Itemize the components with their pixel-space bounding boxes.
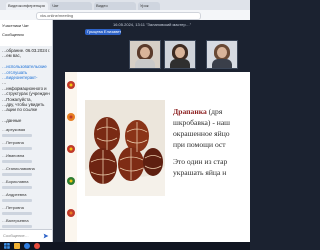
windows-start-icon[interactable] xyxy=(4,243,10,249)
participant-face xyxy=(175,47,185,58)
browser-tab-4[interactable]: Урок xyxy=(138,2,160,10)
chat-entry[interactable]: …Станиславовна xyxy=(2,167,50,176)
chat-entry-message xyxy=(2,172,32,176)
participant-body xyxy=(135,59,155,68)
chat-entry[interactable]: …Валерьевна xyxy=(2,219,50,228)
chat-entry[interactable]: …Петровна xyxy=(2,206,50,215)
slide-line: (дря xyxy=(208,107,223,116)
chat-entry[interactable]: …Бориславна xyxy=(2,180,50,189)
browser-tab-bar: Видеоконференция Чат Видео Урок xyxy=(0,0,250,10)
browser-tab-2[interactable]: Чат xyxy=(50,2,92,10)
chat-line: …структурах (учрежден xyxy=(2,91,50,97)
chat-entry-message xyxy=(2,146,32,150)
participant-face xyxy=(217,47,227,58)
meeting-title: 16.05.2024, 13:11 "Залановский мастер…" xyxy=(113,22,192,27)
slide-line: окрашенное яйцо xyxy=(173,129,230,138)
browser-tab-1[interactable]: Видеоконференция xyxy=(6,2,48,10)
slide-line: при помощи ост xyxy=(173,140,226,149)
easter-eggs-photo xyxy=(85,100,165,196)
slide-title-word: Драпанка xyxy=(173,107,207,116)
flower-icon xyxy=(67,177,75,185)
chat-entry[interactable]: …Андреевна xyxy=(2,193,50,202)
chat-header: Участники Чат Сообщения xyxy=(0,20,52,46)
chat-entry-message xyxy=(2,198,32,202)
chat-entry-author: …Петровна xyxy=(2,141,24,145)
chat-header-tabs[interactable]: Участники Чат xyxy=(2,23,29,28)
chat-input-placeholder: Сообщение… xyxy=(3,233,29,238)
participant-body xyxy=(212,59,232,68)
chat-entry[interactable]: …ареуковая xyxy=(2,128,50,137)
chat-message-input[interactable]: Сообщение… xyxy=(0,229,52,242)
speaker-name-chip[interactable]: Грыцева Елизавет xyxy=(85,29,121,35)
flower-icon xyxy=(67,113,75,121)
file-explorer-icon[interactable] xyxy=(14,243,20,249)
chat-entry-author: …Бориславна xyxy=(2,180,29,184)
flower-icon xyxy=(67,145,75,153)
chat-line: …использовательские xyxy=(2,64,47,70)
browser-icon[interactable] xyxy=(24,243,30,249)
participant-face xyxy=(140,47,150,58)
chat-entry-message xyxy=(2,185,32,189)
chat-entry-author: …ареуковая xyxy=(2,128,26,132)
chat-entry-message xyxy=(2,211,32,215)
app-icon[interactable] xyxy=(34,243,40,249)
slide-line: шкробавка) - наш xyxy=(173,118,231,127)
chat-entry-message xyxy=(2,159,32,163)
slide-line: украшать яйца н xyxy=(173,168,227,177)
chat-entry-author: …Ивановна xyxy=(2,154,25,158)
chat-panel: Участники Чат Сообщения …обрание. 06.03.… xyxy=(0,20,53,242)
flower-icon xyxy=(67,81,75,89)
slide-line: Это один из стар xyxy=(173,157,228,166)
address-input[interactable]: vks.online/meeting xyxy=(36,12,201,20)
chat-entry-author: …Валерьевна xyxy=(2,219,29,223)
participant-video[interactable] xyxy=(164,40,196,69)
chat-entry-author: …Станиславовна xyxy=(2,167,35,171)
chat-entry[interactable]: …Петровна xyxy=(2,141,50,150)
chat-entry-message xyxy=(2,224,32,228)
participant-video[interactable] xyxy=(206,40,238,69)
browser-tab-3[interactable]: Видео xyxy=(94,2,136,10)
send-icon[interactable] xyxy=(43,233,49,239)
slide-text: Драпанка (дря шкробавка) - наш окрашенно… xyxy=(173,106,250,178)
meeting-area: 16.05.2024, 13:11 "Залановский мастер…" … xyxy=(53,20,250,250)
chat-entry-author: …Андреевна xyxy=(2,193,27,197)
chat-entry-message xyxy=(2,133,32,137)
decorated-eggs-image xyxy=(85,100,165,196)
slide-ornament-border xyxy=(65,72,77,250)
flower-icon xyxy=(67,209,75,217)
participant-video[interactable] xyxy=(129,40,161,69)
participant-body xyxy=(170,59,190,68)
chat-header-subtitle: Сообщения xyxy=(2,32,24,37)
chat-message-intro: …обрание. 06.03.2024 г. …ем вас, …исполь… xyxy=(2,48,50,124)
chat-line: …данные xyxy=(2,118,22,124)
shared-slide: Драпанка (дря шкробавка) - наш окрашенно… xyxy=(65,72,250,250)
os-taskbar xyxy=(0,242,250,250)
chat-entry[interactable]: …Ивановна xyxy=(2,154,50,163)
chat-entry-author: …Петровна xyxy=(2,206,24,210)
